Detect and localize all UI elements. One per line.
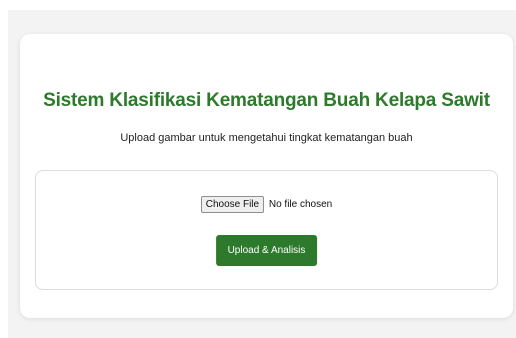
choose-file-button[interactable]: Choose File [200, 196, 265, 213]
file-status-text: No file chosen [268, 199, 333, 210]
main-card: Sistem Klasifikasi Kematangan Buah Kelap… [20, 34, 513, 318]
upload-analyze-button[interactable]: Upload & Analisis [215, 235, 318, 266]
page-subtitle: Upload gambar untuk mengetahui tingkat k… [120, 132, 413, 144]
file-input-field: Choose File No file chosen [36, 196, 497, 213]
page-title: Sistem Klasifikasi Kematangan Buah Kelap… [43, 90, 490, 111]
upload-form: Choose File No file chosen Upload & Anal… [35, 170, 498, 290]
